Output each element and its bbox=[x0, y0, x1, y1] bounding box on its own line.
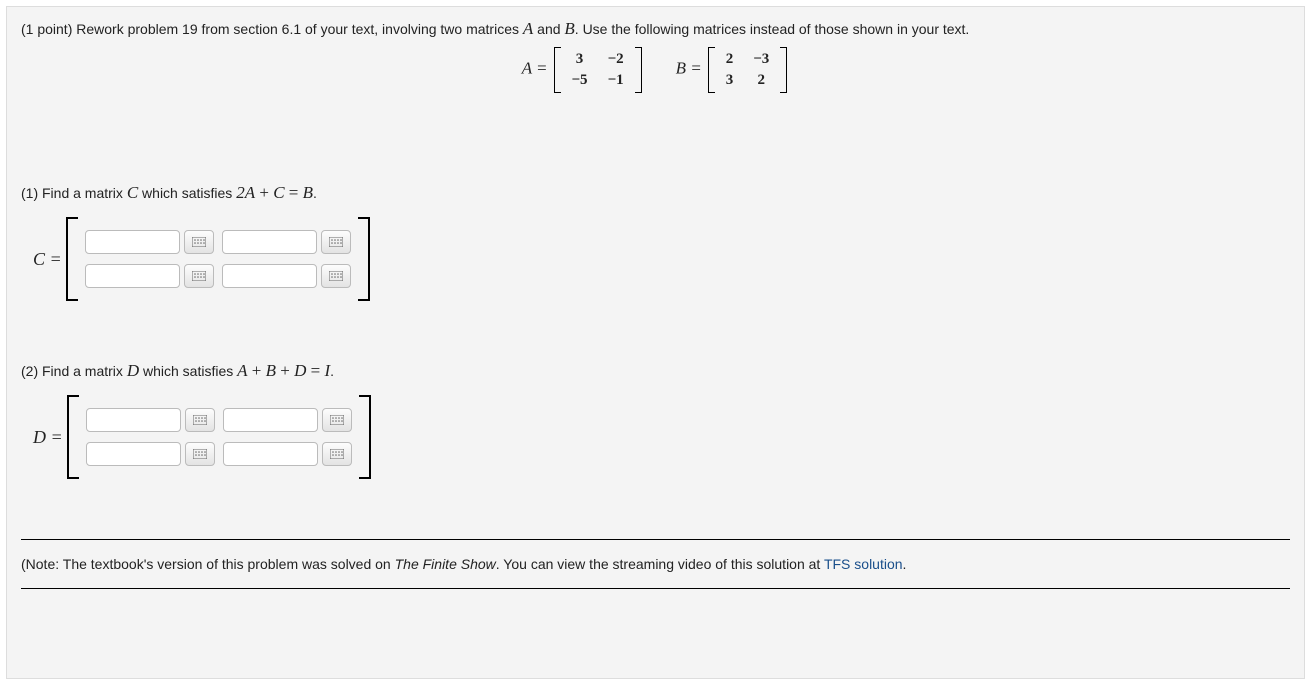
separator bbox=[21, 539, 1290, 540]
B-1-1: 2 bbox=[743, 70, 779, 91]
C-input-1-1[interactable] bbox=[222, 264, 317, 288]
problem-intro: (1 point) Rework problem 19 from section… bbox=[21, 19, 1290, 39]
part1-prompt: (1) Find a matrix C which satisfies 2A +… bbox=[21, 183, 1290, 203]
var-A: A bbox=[523, 19, 533, 38]
keyboard-icon[interactable] bbox=[322, 408, 352, 432]
intro-prefix: (1 point) Rework problem 19 from section… bbox=[21, 21, 523, 37]
part1-prefix: (1) Find a matrix bbox=[21, 185, 127, 201]
B-1-0: 3 bbox=[716, 70, 744, 91]
C-label: C = bbox=[33, 249, 62, 270]
part2-prompt: (2) Find a matrix D which satisfies A + … bbox=[21, 361, 1290, 381]
B-0-1: −3 bbox=[743, 49, 779, 70]
part1-mid: which satisfies bbox=[138, 185, 236, 201]
keyboard-icon[interactable] bbox=[185, 442, 215, 466]
D-matrix-brackets bbox=[67, 395, 371, 479]
part1-suffix: . bbox=[313, 185, 317, 201]
keyboard-icon[interactable] bbox=[321, 264, 351, 288]
D-input-1-0[interactable] bbox=[86, 442, 181, 466]
matrix-B: 2−3 32 bbox=[708, 47, 788, 93]
A-0-0: 3 bbox=[562, 49, 598, 70]
C-input-1-0[interactable] bbox=[85, 264, 180, 288]
note-suffix: . bbox=[903, 556, 907, 572]
D-label: D = bbox=[33, 427, 63, 448]
part2-equation: A + B + D = I bbox=[237, 361, 330, 380]
keyboard-icon[interactable] bbox=[321, 230, 351, 254]
C-matrix-brackets bbox=[66, 217, 370, 301]
keyboard-icon[interactable] bbox=[184, 230, 214, 254]
keyboard-icon[interactable] bbox=[185, 408, 215, 432]
part2-prefix: (2) Find a matrix bbox=[21, 363, 127, 379]
var-C: C bbox=[127, 183, 138, 202]
C-input-0-0[interactable] bbox=[85, 230, 180, 254]
D-input-1-1[interactable] bbox=[223, 442, 318, 466]
part1-equation: 2A + C = B bbox=[236, 183, 313, 202]
matrix-C-answer: C = bbox=[33, 217, 1290, 301]
tfs-link[interactable]: TFS solution bbox=[824, 556, 903, 572]
B-0-0: 2 bbox=[716, 49, 744, 70]
part2-mid: which satisfies bbox=[139, 363, 237, 379]
problem-container: (1 point) Rework problem 19 from section… bbox=[6, 6, 1305, 679]
A-0-1: −2 bbox=[598, 49, 634, 70]
part2-suffix: . bbox=[330, 363, 334, 379]
keyboard-icon[interactable] bbox=[184, 264, 214, 288]
keyboard-icon[interactable] bbox=[322, 442, 352, 466]
separator bbox=[21, 588, 1290, 589]
A-1-0: −5 bbox=[562, 70, 598, 91]
note: (Note: The textbook's version of this pr… bbox=[21, 556, 1290, 572]
var-D: D bbox=[127, 361, 139, 380]
var-B: B bbox=[564, 19, 574, 38]
given-matrices: A = 3−2 −5−1 B = 2−3 32 bbox=[21, 47, 1290, 93]
note-mid: . You can view the streaming video of th… bbox=[496, 556, 824, 572]
C-input-0-1[interactable] bbox=[222, 230, 317, 254]
matrix-B-label: B = bbox=[676, 59, 702, 78]
matrix-A: 3−2 −5−1 bbox=[554, 47, 642, 93]
note-prefix: (Note: The textbook's version of this pr… bbox=[21, 556, 395, 572]
note-show: The Finite Show bbox=[395, 556, 496, 572]
matrix-A-label: A = bbox=[522, 59, 548, 78]
intro-mid: and bbox=[533, 21, 564, 37]
matrix-D-answer: D = bbox=[33, 395, 1290, 479]
A-1-1: −1 bbox=[598, 70, 634, 91]
D-input-0-0[interactable] bbox=[86, 408, 181, 432]
D-input-0-1[interactable] bbox=[223, 408, 318, 432]
intro-suffix: . Use the following matrices instead of … bbox=[575, 21, 970, 37]
